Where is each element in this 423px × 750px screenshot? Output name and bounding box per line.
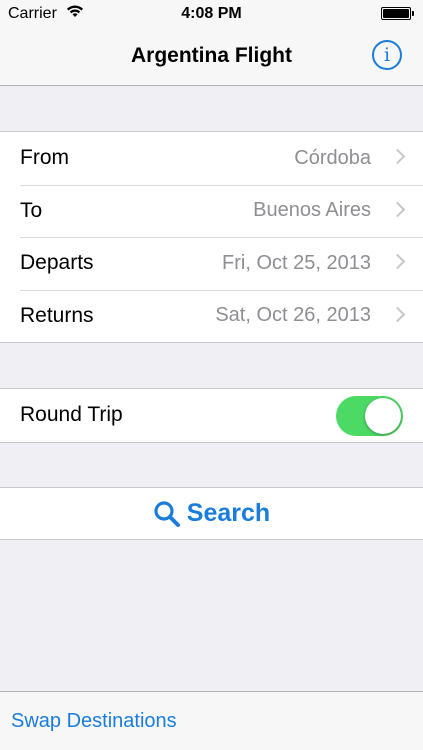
battery-fill	[383, 9, 409, 18]
chevron-right-icon	[389, 201, 406, 217]
returns-label: Returns	[20, 303, 94, 327]
to-label: To	[20, 198, 43, 222]
departs-row[interactable]: Departs Fri, Oct 25, 2013	[0, 237, 423, 290]
trip-details-group: From Córdoba To Buenos Aires Departs Fri…	[0, 131, 423, 343]
status-bar: Carrier 4:08 PM	[0, 0, 423, 28]
battery-nub	[412, 11, 414, 16]
search-icon	[154, 500, 180, 527]
departs-label: Departs	[20, 251, 94, 275]
returns-value: Sat, Oct 26, 2013	[215, 304, 371, 327]
to-value: Buenos Aires	[253, 199, 371, 222]
swap-destinations-button[interactable]: Swap Destinations	[11, 710, 177, 733]
search-group: Search	[0, 487, 423, 540]
departs-value: Fri, Oct 25, 2013	[222, 251, 371, 274]
toggle-knob	[365, 398, 401, 434]
round-trip-toggle[interactable]	[336, 396, 403, 436]
round-trip-row: Round Trip	[0, 389, 423, 442]
chevron-right-icon	[389, 306, 406, 322]
battery-icon	[381, 7, 414, 20]
page-title: Argentina Flight	[131, 44, 292, 67]
to-row[interactable]: To Buenos Aires	[0, 184, 423, 238]
from-label: From	[20, 146, 69, 170]
from-value: Córdoba	[294, 146, 371, 169]
info-icon[interactable]: i	[372, 40, 402, 70]
top-bar: Carrier 4:08 PM Argentina Flight i	[0, 0, 423, 86]
from-row[interactable]: From Córdoba	[0, 132, 423, 185]
returns-row[interactable]: Returns Sat, Oct 26, 2013	[0, 289, 423, 343]
chevron-right-icon	[389, 253, 406, 270]
round-trip-label: Round Trip	[20, 403, 123, 427]
options-group: Round Trip	[0, 388, 423, 443]
search-button-label: Search	[186, 499, 271, 527]
status-time: 4:08 PM	[181, 5, 242, 22]
search-button[interactable]: Search	[0, 488, 423, 539]
navigation-bar: Argentina Flight i	[0, 28, 423, 84]
bottom-toolbar: Swap Destinations	[0, 691, 423, 750]
chevron-right-icon	[389, 148, 406, 165]
